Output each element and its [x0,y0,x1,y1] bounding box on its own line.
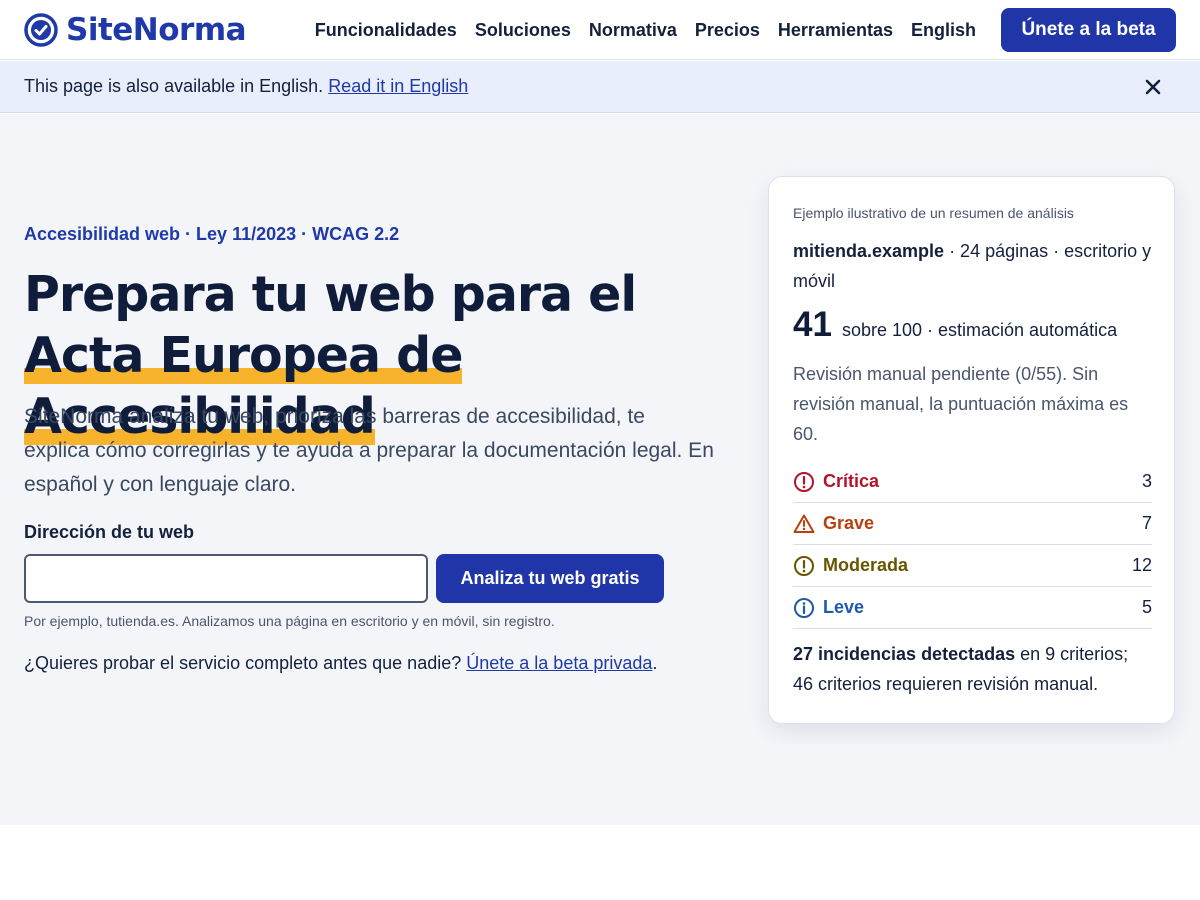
private-beta-link[interactable]: Únete a la beta privada [466,653,652,673]
banner-text: This page is also available in English. [24,76,324,96]
nav-item-english[interactable]: English [911,20,976,41]
score-row: 41 sobre 100 · estimación automática [793,305,1117,345]
url-input[interactable] [24,554,428,603]
score-value: 41 [793,305,832,344]
banner-close-button[interactable] [1140,74,1166,100]
beta-cta-end: . [652,653,658,673]
site-domain: mitienda.example [793,241,945,261]
main-nav: Funcionalidades Soluciones Normativa Pre… [315,0,976,60]
severity-label: Grave [823,513,875,533]
severity-label: Moderada [823,555,909,575]
hero-eyebrow: Accesibilidad web · Ley 11/2023 · WCAG 2… [24,224,400,244]
warning-icon [793,514,815,533]
join-beta-button[interactable]: Únete a la beta [1001,8,1176,52]
card-caption: Ejemplo ilustrativo de un resumen de aná… [793,205,1074,221]
beta-cta: ¿Quieres probar el servicio completo ant… [24,653,657,674]
severity-label: Crítica [823,471,880,491]
headline-text: Prepara tu web para el [24,266,637,323]
severity-count: 7 [1141,513,1152,533]
summary-issues: 27 incidencias detectadas [793,644,1016,664]
nav-item-normativa[interactable]: Normativa [589,20,677,41]
moderate-icon [794,555,814,576]
analyze-button[interactable]: Analiza tu web gratis [436,554,664,603]
severity-list: Crítica 3 Grave 7 Moderada 12 Leve 5 [793,461,1152,629]
severity-count: 12 [1131,555,1152,575]
close-icon [1145,79,1161,95]
check-circle-icon [24,13,58,47]
nav-item-herramientas[interactable]: Herramientas [778,20,893,41]
analysis-summary-card: Ejemplo ilustrativo de un resumen de aná… [768,176,1175,724]
beta-cta-text: ¿Quieres probar el servicio completo ant… [24,653,467,673]
nav-item-soluciones[interactable]: Soluciones [475,20,571,41]
nav-item-precios[interactable]: Precios [695,20,760,41]
severity-count: 5 [1141,597,1152,617]
hero-description: SiteNorma analiza tu web, prioriza las b… [24,405,714,496]
logo-link[interactable]: SiteNorma [24,12,247,48]
severity-row-grave: Grave 7 [793,503,1152,545]
read-in-english-link[interactable]: Read it in English [328,76,468,96]
banner-message: This page is also available in English. … [24,76,468,97]
card-summary: 27 incidencias detectadas en 9 criterios… [793,639,1153,699]
critical-icon [794,471,814,492]
site-header: SiteNorma Funcionalidades Soluciones Nor… [0,0,1200,60]
severity-row-leve: Leve 5 [793,587,1152,629]
card-site-info: mitienda.example · 24 páginas · escritor… [793,236,1153,296]
info-icon [794,597,814,618]
url-field-label: Dirección de tu web [24,522,195,542]
input-hint: Por ejemplo, tutienda.es. Analizamos una… [24,613,555,629]
severity-label: Leve [823,597,865,617]
hero-section: Accesibilidad web · Ley 11/2023 · WCAG 2… [0,114,1200,825]
severity-row-critica: Crítica 3 [793,461,1152,503]
severity-row-moderada: Moderada 12 [793,545,1152,587]
manual-review-note: Revisión manual pendiente (0/55). Sin re… [793,364,1129,444]
severity-count: 3 [1141,471,1152,491]
score-description: sobre 100 · estimación automática [841,320,1118,340]
brand-name: SiteNorma [66,12,247,48]
language-banner: This page is also available in English. … [0,61,1200,113]
nav-item-funcionalidades[interactable]: Funcionalidades [315,20,457,41]
